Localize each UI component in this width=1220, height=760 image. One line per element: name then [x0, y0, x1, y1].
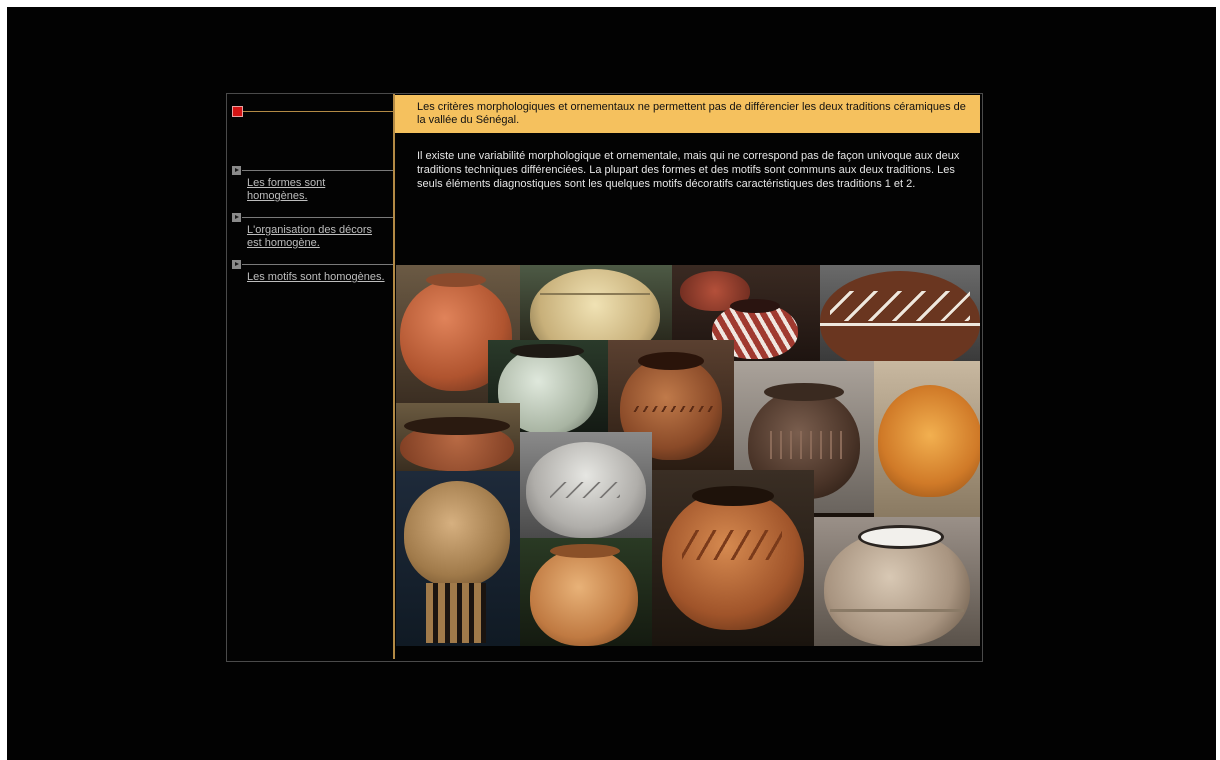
pot-tile	[520, 538, 652, 646]
pot-tile	[820, 265, 980, 361]
pot-tile	[874, 361, 980, 517]
arrow-right-icon[interactable]	[232, 213, 241, 222]
nav-link-motifs[interactable]: Les motifs sont homogènes.	[247, 271, 387, 284]
home-button[interactable]	[232, 106, 243, 117]
nav-divider-line	[242, 217, 394, 218]
nav-divider-line	[242, 170, 394, 171]
home-divider-line	[243, 111, 394, 112]
nav-divider-line	[242, 264, 394, 265]
arrow-right-icon[interactable]	[232, 166, 241, 175]
nav-link-formes[interactable]: Les formes sont homogènes.	[247, 177, 387, 203]
vertical-divider	[393, 94, 395, 659]
content-frame: Les formes sont homogènes. L'organisatio…	[226, 93, 983, 662]
arrow-right-icon[interactable]	[232, 260, 241, 269]
pottery-collage-image	[396, 265, 980, 646]
pot-tile	[396, 471, 520, 646]
pot-tile	[396, 403, 520, 471]
pot-tile	[652, 470, 814, 646]
pot-tile	[814, 517, 980, 646]
sidebar: Les formes sont homogènes. L'organisatio…	[227, 94, 394, 661]
pot-tile	[520, 432, 652, 538]
pot-tile	[520, 265, 672, 340]
headline-banner: Les critères morphologiques et ornementa…	[395, 95, 980, 133]
body-paragraph: Il existe une variabilité morphologique …	[417, 150, 960, 190]
nav-link-organisation[interactable]: L'organisation des décors est homogène.	[247, 224, 387, 250]
